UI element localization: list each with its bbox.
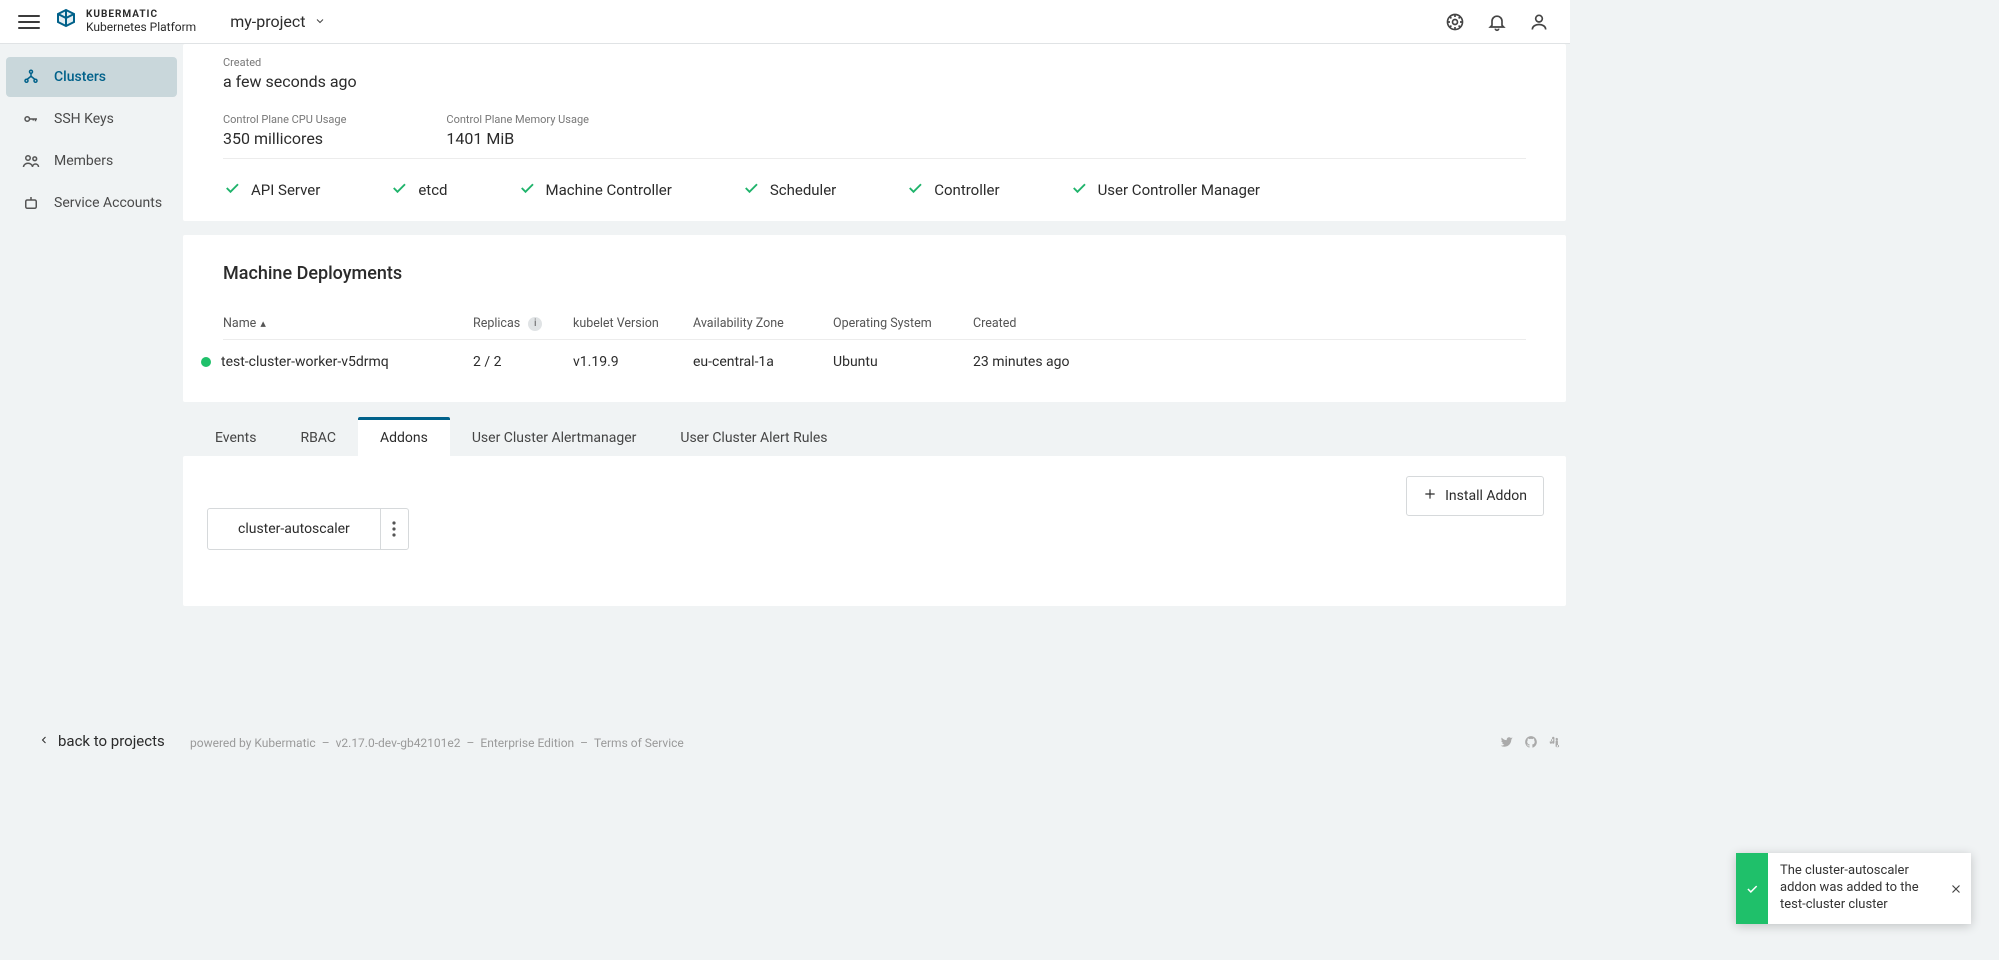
mem-usage-value: 1401 MiB (446, 129, 589, 148)
machine-deployments-title: Machine Deployments (223, 263, 1526, 284)
created-block: Created a few seconds ago (223, 56, 357, 91)
hamburger-menu-icon[interactable] (18, 11, 40, 33)
tab-alertmanager[interactable]: User Cluster Alertmanager (450, 420, 659, 456)
component-scheduler: Scheduler (742, 179, 836, 201)
footer-social (1500, 735, 1562, 752)
robot-icon (22, 194, 40, 212)
addons-panel: Install Addon cluster-autoscaler (183, 456, 1566, 606)
col-az: Availability Zone (693, 316, 833, 331)
help-icon[interactable] (1444, 11, 1466, 33)
footer-version: v2.17.0-dev-gb42101e2 (336, 736, 461, 750)
main-content: Created a few seconds ago Control Plane … (183, 44, 1570, 754)
md-created: 23 minutes ago (973, 354, 1526, 370)
tab-events[interactable]: Events (193, 420, 278, 456)
md-kubelet: v1.19.9 (573, 354, 693, 370)
install-addon-button[interactable]: Install Addon (1406, 476, 1544, 516)
md-table-row[interactable]: test-cluster-worker-v5drmq 2 / 2 v1.19.9… (223, 339, 1526, 384)
created-label: Created (223, 56, 357, 69)
col-name[interactable]: Name ▴ (223, 316, 473, 331)
github-icon[interactable] (1524, 735, 1538, 752)
chevron-left-icon (38, 732, 50, 750)
chevron-down-icon (314, 12, 326, 31)
col-os: Operating System (833, 316, 973, 331)
check-icon (223, 179, 241, 201)
check-icon (906, 179, 924, 201)
addon-name[interactable]: cluster-autoscaler (208, 509, 380, 549)
created-value: a few seconds ago (223, 72, 357, 91)
sidebar-nav: Clusters SSH Keys Members Service Accoun… (0, 44, 183, 754)
cluster-info-card: Created a few seconds ago Control Plane … (183, 44, 1566, 221)
md-az: eu-central-1a (693, 354, 833, 370)
md-table-header: Name ▴ Replicas i kubelet Version Availa… (223, 308, 1526, 339)
key-icon (22, 110, 40, 128)
component-api-server: API Server (223, 179, 320, 201)
mem-usage-block: Control Plane Memory Usage 1401 MiB (446, 113, 589, 148)
components-status-row: API Server etcd Machine Controller Sched… (223, 159, 1526, 221)
addon-chip: cluster-autoscaler (207, 508, 409, 550)
cpu-usage-value: 350 millicores (223, 129, 346, 148)
component-controller: Controller (906, 179, 999, 201)
col-created: Created (973, 316, 1526, 331)
check-icon (390, 179, 408, 201)
sidebar-item-members[interactable]: Members (6, 141, 177, 181)
check-icon (518, 179, 536, 201)
members-icon (22, 152, 40, 170)
back-to-projects-link[interactable]: back to projects (38, 732, 165, 750)
logo-icon (54, 8, 78, 36)
tabs-row: Events RBAC Addons User Cluster Alertman… (183, 416, 1566, 456)
brand-logo[interactable]: KUBERMATIC Kubernetes Platform (54, 8, 196, 36)
check-icon (1070, 179, 1088, 201)
mem-usage-label: Control Plane Memory Usage (446, 113, 589, 126)
clusters-icon (22, 68, 40, 86)
sidebar-item-service-accounts[interactable]: Service Accounts (6, 183, 177, 223)
notifications-icon[interactable] (1486, 11, 1508, 33)
component-etcd: etcd (390, 179, 447, 201)
machine-deployments-card: Machine Deployments Name ▴ Replicas i ku… (183, 235, 1566, 402)
sidebar-item-label: Members (54, 153, 113, 169)
project-selector[interactable]: my-project (230, 12, 325, 31)
twitter-icon[interactable] (1500, 735, 1514, 752)
logo-text: KUBERMATIC Kubernetes Platform (86, 10, 196, 33)
status-dot-healthy (201, 357, 211, 367)
sidebar-item-label: Service Accounts (54, 195, 162, 211)
success-toast: The cluster-autoscaler addon was added t… (1736, 853, 1971, 924)
cpu-usage-label: Control Plane CPU Usage (223, 113, 346, 126)
tab-alertrules[interactable]: User Cluster Alert Rules (658, 420, 849, 456)
component-user-controller-manager: User Controller Manager (1070, 179, 1260, 201)
cpu-usage-block: Control Plane CPU Usage 350 millicores (223, 113, 346, 148)
addon-menu-button[interactable] (380, 509, 408, 549)
sort-asc-icon: ▴ (260, 317, 266, 330)
tab-addons[interactable]: Addons (358, 417, 450, 456)
slack-icon[interactable] (1548, 735, 1562, 752)
info-icon[interactable]: i (528, 317, 542, 331)
toast-message: The cluster-autoscaler addon was added t… (1768, 853, 1941, 924)
plus-icon (1423, 487, 1437, 505)
md-replicas: 2 / 2 (473, 354, 573, 370)
sidebar-item-ssh-keys[interactable]: SSH Keys (6, 99, 177, 139)
toast-close-button[interactable] (1941, 853, 1971, 924)
check-icon (742, 179, 760, 201)
component-machine-controller: Machine Controller (518, 179, 672, 201)
sidebar-item-clusters[interactable]: Clusters (6, 57, 177, 97)
sidebar-item-label: SSH Keys (54, 111, 114, 127)
md-name: test-cluster-worker-v5drmq (221, 354, 389, 370)
app-header: KUBERMATIC Kubernetes Platform my-projec… (0, 0, 1570, 44)
toast-success-icon (1736, 853, 1768, 924)
col-replicas: Replicas i (473, 316, 573, 331)
footer-powered: powered by Kubermatic (190, 736, 316, 750)
sidebar-item-label: Clusters (54, 69, 106, 85)
col-kubelet: kubelet Version (573, 316, 693, 331)
footer-tos-link[interactable]: Terms of Service (594, 736, 684, 750)
footer-edition: Enterprise Edition (480, 736, 574, 750)
project-name: my-project (230, 12, 305, 31)
tab-rbac[interactable]: RBAC (278, 420, 358, 456)
md-os: Ubuntu (833, 354, 973, 370)
user-account-icon[interactable] (1528, 11, 1550, 33)
footer-meta: powered by Kubermatic – v2.17.0-dev-gb42… (190, 732, 1570, 754)
